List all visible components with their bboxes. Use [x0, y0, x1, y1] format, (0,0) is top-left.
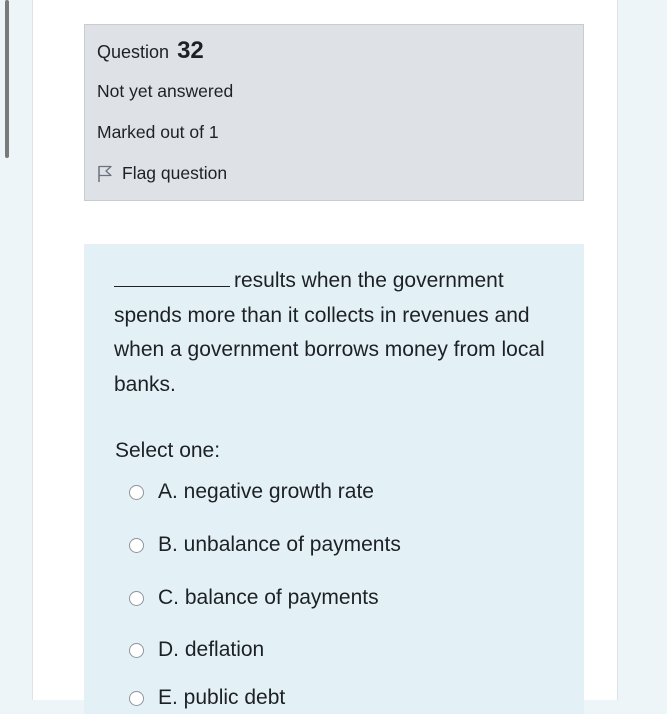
radio-button-c[interactable] [129, 590, 144, 606]
select-one-prompt: Select one: [115, 439, 221, 462]
page-panel: Question 32 Not yet answered Marked out … [32, 0, 618, 714]
answer-option-b[interactable]: B. unbalance of payments [129, 533, 401, 557]
flag-icon [98, 165, 112, 182]
answer-option-c[interactable]: C. balance of payments [129, 586, 379, 610]
answer-option-d-label: D. deflation [158, 638, 265, 661]
question-status: Not yet answered [97, 81, 234, 101]
answer-option-a[interactable]: A. negative growth rate [129, 480, 374, 504]
question-text: results when the government spends more … [114, 264, 554, 402]
flag-question-label: Flag question [122, 163, 228, 183]
flag-question-link[interactable]: Flag question [97, 163, 227, 184]
answer-option-d[interactable]: D. deflation [129, 638, 264, 662]
question-label: Question [97, 42, 170, 62]
fill-in-blank [114, 268, 230, 287]
radio-button-b[interactable] [129, 537, 144, 553]
radio-button-e[interactable] [129, 690, 144, 706]
answer-option-c-label: C. balance of payments [158, 586, 379, 609]
question-heading: Question 32 [97, 37, 204, 65]
answer-option-e[interactable]: E. public debt [129, 686, 285, 710]
answer-option-a-label: A. negative growth rate [158, 480, 374, 503]
scrollbar-thumb[interactable] [5, 0, 9, 158]
question-text-body: results when the government spends more … [114, 269, 545, 396]
question-content: results when the government spends more … [84, 244, 584, 714]
answer-option-b-label: B. unbalance of payments [158, 533, 401, 556]
radio-button-d[interactable] [129, 642, 144, 658]
radio-button-a[interactable] [129, 484, 144, 500]
question-marks: Marked out of 1 [97, 122, 219, 142]
question-number: 32 [177, 37, 204, 64]
answer-option-e-label: E. public debt [158, 686, 286, 709]
question-info-box: Question 32 Not yet answered Marked out … [84, 24, 584, 201]
